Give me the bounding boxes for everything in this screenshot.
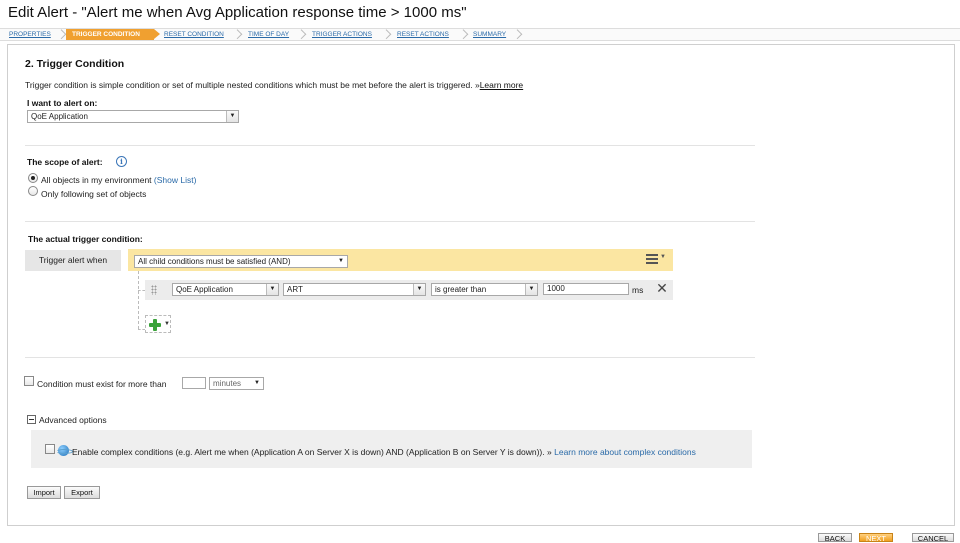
chevron-down-icon: ▼	[413, 284, 425, 295]
alert-on-label: I want to alert on:	[27, 98, 98, 108]
import-button[interactable]: Import	[27, 486, 61, 499]
tree-connector	[138, 290, 145, 291]
condition-field-value: ART	[287, 285, 303, 294]
delete-condition-icon[interactable]: ✕	[655, 282, 669, 296]
chevron-down-icon: ▼	[335, 256, 347, 267]
section-description: Trigger condition is simple condition or…	[25, 80, 523, 90]
duration-unit-value: minutes	[213, 379, 242, 388]
step-trigger-condition[interactable]: TRIGGER CONDITION	[66, 29, 160, 40]
drag-handle-icon[interactable]	[151, 285, 157, 295]
condition-group-value: All child conditions must be satisfied (…	[138, 257, 291, 266]
chevron-down-icon: ▼	[226, 111, 238, 122]
duration-unit-select[interactable]: minutes ▼	[209, 377, 264, 390]
chevron-down-icon: ▼	[525, 284, 537, 295]
condition-object-select[interactable]: QoE Application ▼	[172, 283, 279, 296]
alert-on-value: QoE Application	[31, 112, 88, 121]
condition-object-value: QoE Application	[176, 285, 233, 294]
complex-learn-more-prefix: »	[547, 447, 552, 457]
scope-all-option: All objects in my environment (Show List…	[41, 175, 196, 185]
complex-conditions-label: Enable complex conditions (e.g. Alert me…	[72, 447, 545, 457]
chevron-down-icon: ▼	[266, 284, 278, 295]
next-button[interactable]: NEXT	[859, 533, 893, 543]
step-properties[interactable]: PROPERTIES	[9, 29, 51, 40]
scope-following-label: Only following set of objects	[41, 189, 147, 199]
step-separator	[236, 29, 242, 40]
duration-value-input[interactable]	[182, 377, 206, 389]
tree-connector	[138, 271, 139, 329]
scope-following-radio[interactable]	[28, 186, 38, 196]
caret-down-icon: ▼	[660, 254, 666, 260]
wizard-steps: PROPERTIES TRIGGER CONDITION RESET CONDI…	[0, 28, 960, 41]
step-time-of-day[interactable]: TIME OF DAY	[248, 29, 289, 40]
condition-operator-value: is greater than	[435, 285, 487, 294]
step-separator	[300, 29, 306, 40]
scope-label: The scope of alert:	[27, 157, 103, 167]
cancel-button[interactable]: CANCEL	[912, 533, 954, 543]
complex-conditions-text: Enable complex conditions (e.g. Alert me…	[72, 447, 696, 457]
trigger-label: The actual trigger condition:	[28, 234, 143, 244]
divider	[25, 221, 755, 222]
section-heading: 2. Trigger Condition	[25, 58, 125, 70]
divider	[25, 357, 755, 358]
add-condition-button[interactable]: ▼	[145, 315, 171, 333]
group-menu-icon[interactable]: ▼	[646, 253, 668, 267]
step-separator	[516, 29, 522, 40]
condition-value-input[interactable]: 1000	[543, 283, 629, 295]
chevron-down-icon: ▼	[251, 378, 263, 389]
trigger-alert-when-label: Trigger alert when	[25, 250, 121, 271]
show-list-link[interactable]: (Show List)	[154, 175, 197, 185]
scope-all-label: All objects in my environment	[41, 175, 152, 185]
alert-on-select[interactable]: QoE Application ▼	[27, 110, 239, 123]
step-separator	[385, 29, 391, 40]
condition-field-select[interactable]: ART ▼	[283, 283, 426, 296]
back-button[interactable]: BACK	[818, 533, 852, 543]
step-separator	[462, 29, 468, 40]
page-title: Edit Alert - "Alert me when Avg Applicat…	[8, 4, 467, 21]
globe-icon	[56, 445, 73, 456]
step-reset-actions[interactable]: RESET ACTIONS	[397, 29, 449, 40]
condition-duration-checkbox[interactable]	[24, 376, 34, 386]
advanced-options-label[interactable]: Advanced options	[39, 415, 107, 425]
step-trigger-actions[interactable]: TRIGGER ACTIONS	[312, 29, 372, 40]
hamburger-icon	[646, 254, 658, 264]
add-icon	[149, 319, 161, 331]
export-button[interactable]: Export	[64, 486, 100, 499]
condition-unit: ms	[632, 285, 644, 295]
description-text: Trigger condition is simple condition or…	[25, 80, 473, 90]
condition-duration-label: Condition must exist for more than	[37, 379, 167, 389]
scope-all-radio[interactable]	[28, 173, 38, 183]
complex-conditions-checkbox[interactable]	[45, 444, 55, 454]
complex-learn-more-link[interactable]: Learn more about complex conditions	[554, 447, 696, 457]
divider	[25, 145, 755, 146]
step-reset-condition[interactable]: RESET CONDITION	[164, 29, 224, 40]
info-icon[interactable]: i	[116, 156, 127, 167]
caret-down-icon: ▼	[164, 321, 170, 327]
step-summary[interactable]: SUMMARY	[473, 29, 506, 40]
tree-connector	[138, 329, 145, 330]
condition-group-select[interactable]: All child conditions must be satisfied (…	[134, 255, 348, 268]
collapse-icon[interactable]	[27, 415, 36, 424]
learn-more-link[interactable]: Learn more	[480, 80, 523, 90]
condition-operator-select[interactable]: is greater than ▼	[431, 283, 538, 296]
